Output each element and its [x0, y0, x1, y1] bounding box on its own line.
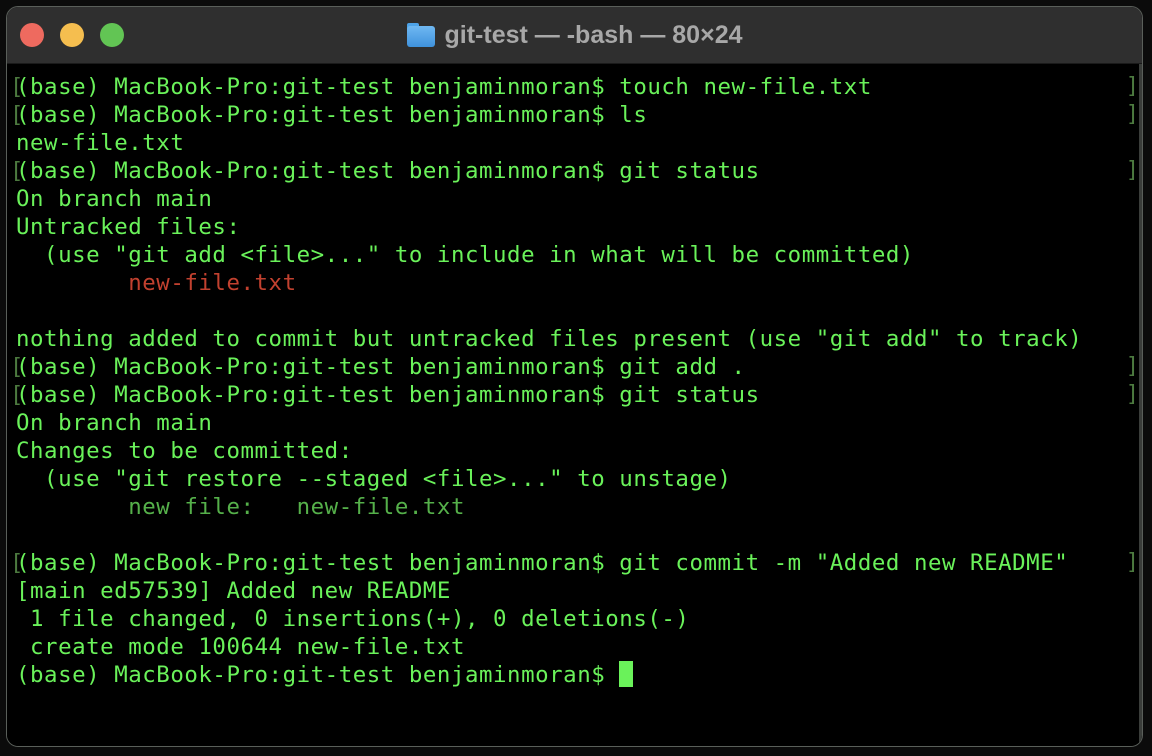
terminal-line: [(base) MacBook-Pro:git-test benjaminmor…	[10, 157, 760, 185]
terminal-line: (base) MacBook-Pro:git-test benjaminmora…	[16, 660, 634, 689]
line-mark-right: ]	[1125, 550, 1139, 575]
line-mark-right: ]	[1125, 74, 1139, 99]
terminal-line: nothing added to commit but untracked fi…	[16, 325, 1082, 353]
scrollbar-edge	[1139, 64, 1142, 746]
window-title-area: git-test — -bash — 80×24	[7, 7, 1142, 63]
text-cursor	[619, 660, 634, 687]
output-text: (use "git restore --staged <file>..." to…	[16, 466, 732, 492]
terminal-line: (use "git add <file>..." to include in w…	[16, 241, 914, 269]
output-text: On branch main	[16, 410, 213, 436]
untracked-file-text: new-file.txt	[128, 270, 297, 296]
terminal-line: [main ed57539] Added new README	[16, 577, 451, 605]
terminal-line: Untracked files:	[16, 213, 241, 241]
output-text: create mode 100644 new-file.txt	[16, 634, 465, 660]
title-bar[interactable]: git-test — -bash — 80×24	[7, 7, 1142, 64]
line-mark-right: ]	[1125, 158, 1139, 183]
line-mark-right: ]	[1125, 102, 1139, 127]
output-text: (base) MacBook-Pro:git-test benjaminmora…	[16, 550, 1069, 576]
output-text: new-file.txt	[16, 130, 185, 156]
terminal-line: 1 file changed, 0 insertions(+), 0 delet…	[16, 605, 689, 633]
window-title: git-test — -bash — 80×24	[444, 20, 743, 49]
folder-icon	[406, 23, 435, 47]
terminal-window: git-test — -bash — 80×24 [(base) MacBook…	[6, 6, 1143, 747]
terminal-line: Changes to be committed:	[16, 437, 353, 465]
terminal-output[interactable]: [(base) MacBook-Pro:git-test benjaminmor…	[7, 64, 1142, 746]
output-text: Changes to be committed:	[16, 438, 353, 464]
output-text: 1 file changed, 0 insertions(+), 0 delet…	[16, 606, 690, 632]
output-text: nothing added to commit but untracked fi…	[16, 326, 1083, 352]
terminal-line: (use "git restore --staged <file>..." to…	[16, 465, 732, 493]
output-text: (base) MacBook-Pro:git-test benjaminmora…	[16, 158, 760, 184]
output-text: (base) MacBook-Pro:git-test benjaminmora…	[16, 74, 872, 100]
terminal-line: [(base) MacBook-Pro:git-test benjaminmor…	[10, 549, 1069, 577]
output-text: Untracked files:	[16, 214, 241, 240]
output-text: (base) MacBook-Pro:git-test benjaminmora…	[16, 102, 648, 128]
terminal-line: [(base) MacBook-Pro:git-test benjaminmor…	[10, 381, 760, 409]
terminal-line: On branch main	[16, 185, 212, 213]
terminal-line: [(base) MacBook-Pro:git-test benjaminmor…	[10, 353, 746, 381]
terminal-line: new file: new-file.txt	[16, 493, 465, 521]
terminal-line: On branch main	[16, 409, 212, 437]
output-text: (use "git add <file>..." to include in w…	[16, 242, 914, 268]
line-mark-left	[10, 297, 16, 325]
output-text: (base) MacBook-Pro:git-test benjaminmora…	[16, 354, 746, 380]
line-mark-right: ]	[1125, 382, 1139, 407]
output-text: (base) MacBook-Pro:git-test benjaminmora…	[16, 382, 760, 408]
terminal-line: [(base) MacBook-Pro:git-test benjaminmor…	[10, 73, 872, 101]
output-text: (base) MacBook-Pro:git-test benjaminmora…	[16, 662, 620, 688]
terminal-line: create mode 100644 new-file.txt	[16, 633, 465, 661]
output-text: On branch main	[16, 186, 213, 212]
line-mark-left	[10, 521, 16, 549]
terminal-line: new-file.txt	[16, 269, 297, 297]
terminal-line: [(base) MacBook-Pro:git-test benjaminmor…	[10, 101, 648, 129]
output-text: [main ed57539] Added new README	[16, 578, 451, 604]
staged-file-text: new file: new-file.txt	[128, 494, 465, 520]
line-mark-right: ]	[1125, 354, 1139, 379]
terminal-line: new-file.txt	[16, 129, 184, 157]
